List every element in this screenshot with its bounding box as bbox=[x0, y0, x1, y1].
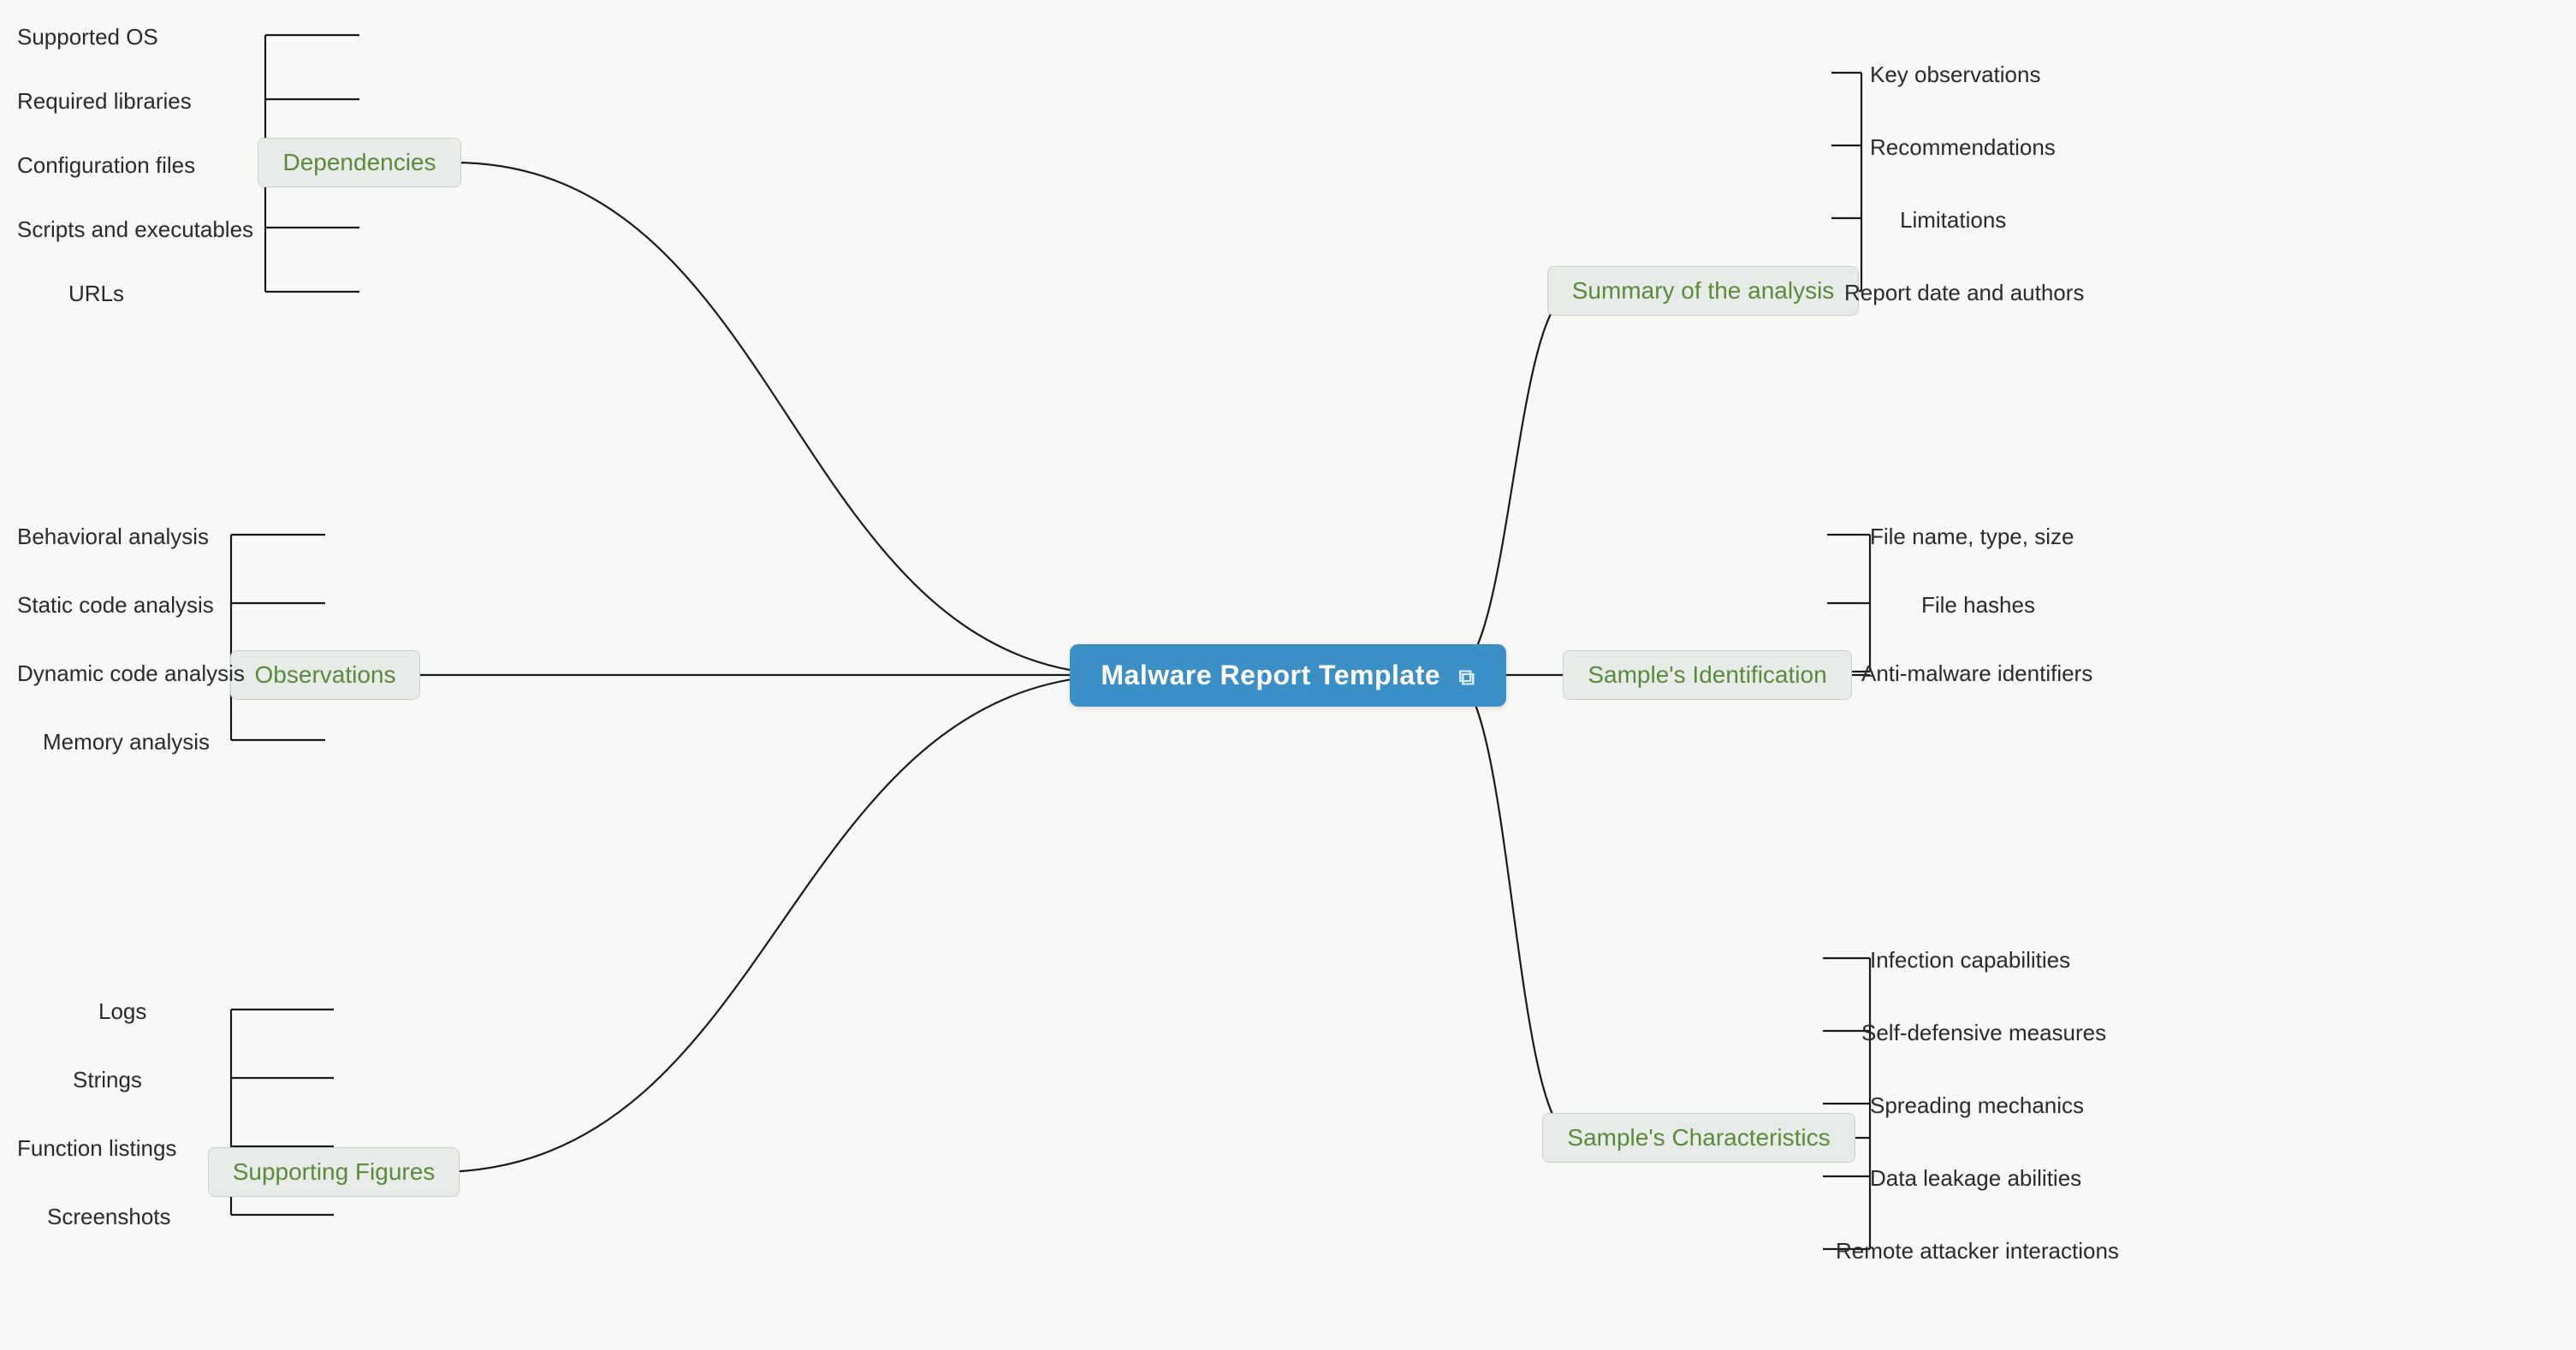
leaf-memory-analysis: Memory analysis bbox=[43, 729, 210, 755]
branch-observations[interactable]: Observations bbox=[231, 651, 419, 699]
leaf-function-listings: Function listings bbox=[17, 1135, 176, 1162]
mindmap-container: Malware Report Template ⧉ Dependencies S… bbox=[0, 0, 2576, 1350]
characteristics-label: Sample's Characteristics bbox=[1542, 1113, 1855, 1163]
leaf-static-code: Static code analysis bbox=[17, 592, 214, 619]
supporting-figures-label: Supporting Figures bbox=[208, 1147, 460, 1197]
leaf-urls: URLs bbox=[68, 281, 124, 307]
leaf-logs: Logs bbox=[98, 998, 146, 1025]
center-node[interactable]: Malware Report Template ⧉ bbox=[1125, 644, 1451, 706]
dependencies-label: Dependencies bbox=[258, 138, 460, 187]
summary-label: Summary of the analysis bbox=[1547, 266, 1860, 316]
leaf-screenshots: Screenshots bbox=[47, 1204, 171, 1230]
leaf-file-hashes: File hashes bbox=[1921, 592, 2035, 619]
branch-dependencies[interactable]: Dependencies bbox=[265, 139, 454, 187]
leaf-spreading-mechanics: Spreading mechanics bbox=[1870, 1092, 2084, 1119]
leaf-remote-attacker: Remote attacker interactions bbox=[1836, 1238, 2119, 1264]
branch-summary[interactable]: Summary of the analysis bbox=[1575, 267, 1831, 315]
leaf-limitations: Limitations bbox=[1900, 207, 2006, 234]
leaf-required-libraries: Required libraries bbox=[17, 88, 192, 115]
leaf-dynamic-code: Dynamic code analysis bbox=[17, 660, 245, 687]
leaf-data-leakage: Data leakage abilities bbox=[1870, 1165, 2081, 1192]
leaf-report-date-authors: Report date and authors bbox=[1844, 280, 2084, 306]
leaf-supported-os: Supported OS bbox=[17, 24, 158, 50]
leaf-key-observations: Key observations bbox=[1870, 62, 2040, 88]
identification-label: Sample's Identification bbox=[1563, 650, 1851, 700]
observations-label: Observations bbox=[230, 650, 421, 700]
leaf-anti-malware: Anti-malware identifiers bbox=[1861, 660, 2092, 687]
leaf-strings: Strings bbox=[73, 1067, 142, 1093]
leaf-configuration-files: Configuration files bbox=[17, 152, 195, 179]
branch-characteristics[interactable]: Sample's Characteristics bbox=[1575, 1114, 1823, 1162]
leaf-behavioral-analysis: Behavioral analysis bbox=[17, 524, 209, 550]
leaf-recommendations: Recommendations bbox=[1870, 134, 2056, 161]
branch-identification[interactable]: Sample's Identification bbox=[1588, 651, 1827, 699]
external-link-icon: ⧉ bbox=[1459, 664, 1475, 691]
leaf-file-name-type-size: File name, type, size bbox=[1870, 524, 2074, 550]
leaf-self-defensive: Self-defensive measures bbox=[1861, 1020, 2106, 1046]
leaf-scripts-executables: Scripts and executables bbox=[17, 216, 253, 243]
leaf-infection-capabilities: Infection capabilities bbox=[1870, 947, 2070, 974]
branch-supporting-figures[interactable]: Supporting Figures bbox=[231, 1148, 436, 1196]
center-label: Malware Report Template bbox=[1101, 660, 1440, 690]
